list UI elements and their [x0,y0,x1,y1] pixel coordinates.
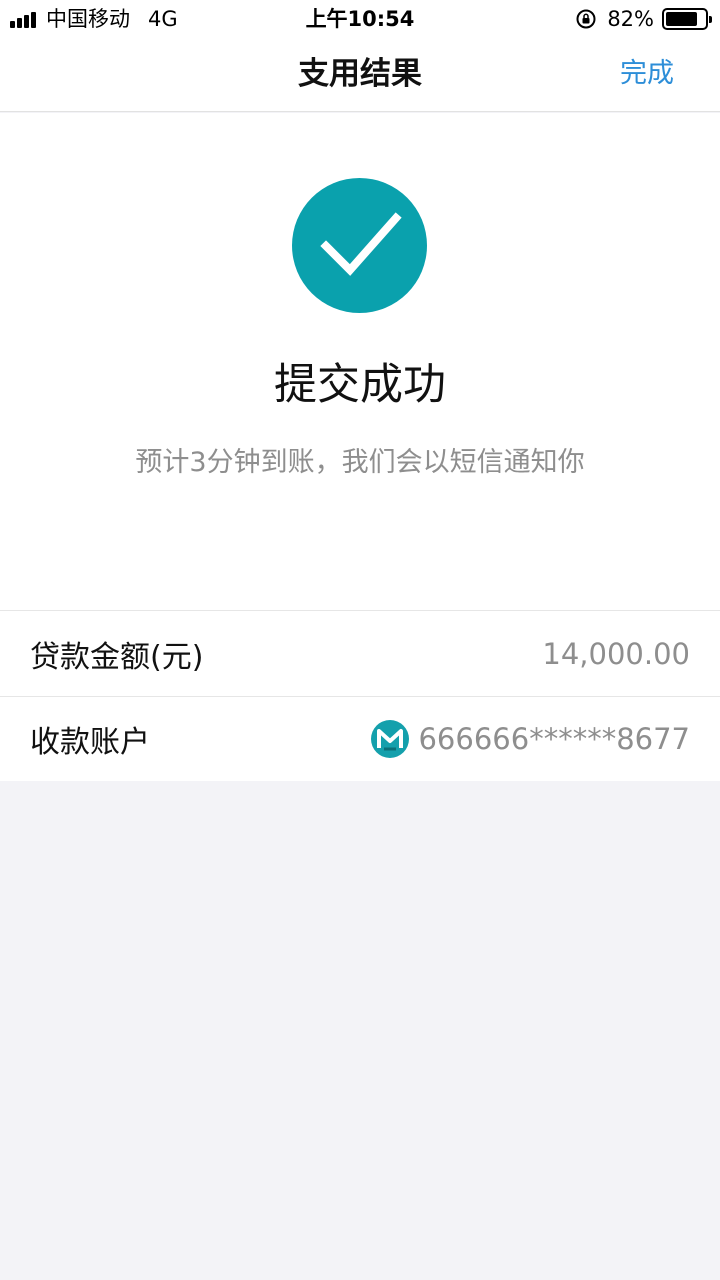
loan-amount-row: 贷款金额(元) 14,000.00 [0,611,720,696]
receiving-account-value: 666666******8677 [370,719,690,759]
done-button[interactable]: 完成 [620,56,674,92]
account-number: 666666******8677 [418,722,690,756]
receiving-account-label: 收款账户 [30,725,150,760]
receiving-account-row: 收款账户 666666******8677 [0,696,720,781]
result-panel: 提交成功 预计3分钟到账，我们会以短信通知你 [0,113,720,610]
battery-percent: 82% [607,7,654,31]
battery-fill [666,12,698,26]
loan-amount-value: 14,000.00 [542,636,690,671]
status-bar: 中国移动 4G 上午10:54 82% [0,0,720,38]
result-subtitle: 预计3分钟到账，我们会以短信通知你 [135,447,585,478]
rotation-lock-icon [576,9,596,29]
navigation-bar: 支用结果 完成 [0,38,720,112]
bank-logo-icon [371,720,410,758]
details-list: 贷款金额(元) 14,000.00 收款账户 666666******8677 [0,610,720,781]
success-check-icon [292,178,427,313]
battery-icon [662,8,712,30]
page-title: 支用结果 [298,56,422,92]
loan-amount-label: 贷款金额(元) [30,639,204,675]
result-title: 提交成功 [274,360,446,410]
